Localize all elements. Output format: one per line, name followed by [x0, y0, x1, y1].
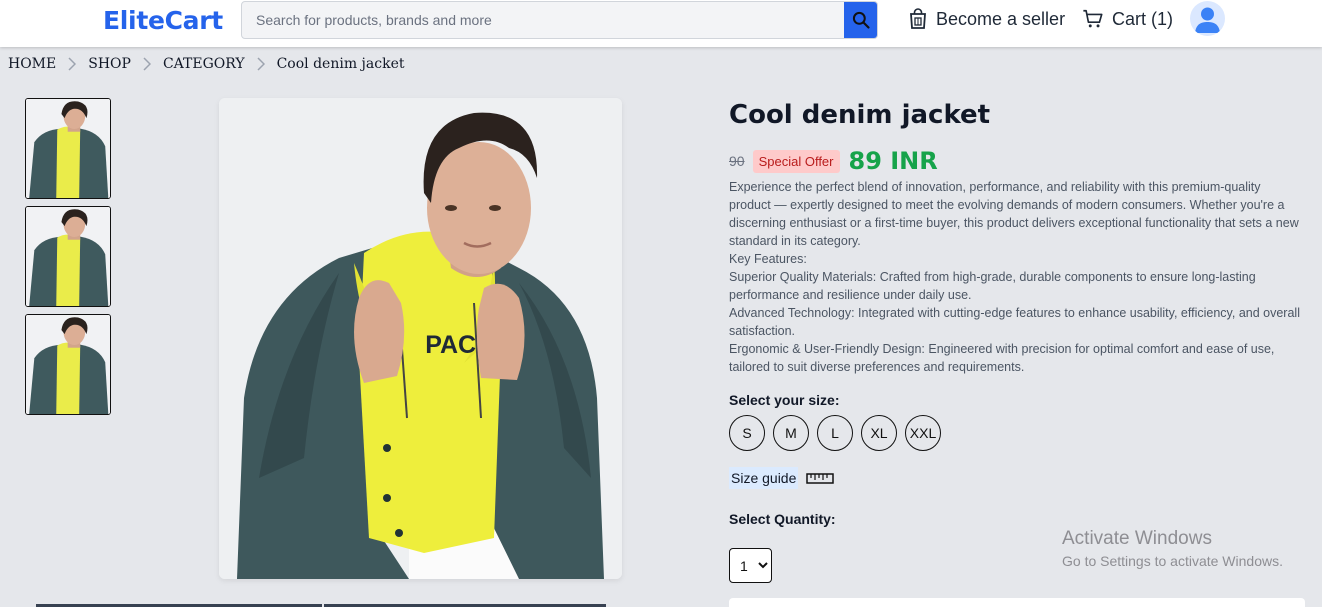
become-seller-link[interactable]: Become a seller	[908, 8, 1065, 30]
size-label: Select your size:	[729, 392, 840, 408]
breadcrumb-category[interactable]: CATEGORY	[163, 56, 245, 72]
user-avatar[interactable]	[1190, 1, 1225, 36]
cart-label: Cart (1)	[1112, 8, 1174, 29]
search-bar	[241, 1, 878, 39]
product-photo: PACE	[219, 98, 622, 579]
sale-price: 89 INR	[848, 147, 938, 175]
size-option-s[interactable]: S	[729, 415, 765, 451]
size-option-xl[interactable]: XL	[861, 415, 897, 451]
store-icon	[910, 8, 926, 29]
watermark-subtitle: Go to Settings to activate Windows.	[1062, 553, 1283, 569]
product-thumbnail-2[interactable]	[25, 206, 111, 307]
quantity-select[interactable]: 1	[729, 548, 772, 583]
product-thumbnail-3[interactable]	[25, 314, 111, 415]
breadcrumb: HOME SHOP CATEGORY Cool denim jacket	[8, 56, 404, 72]
key-features-heading: Key Features:	[729, 252, 807, 266]
breadcrumb-current: Cool denim jacket	[276, 56, 405, 72]
add-to-cart-button[interactable]	[729, 598, 1305, 607]
cart-icon	[1083, 9, 1103, 28]
cart-link[interactable]: Cart (1)	[1082, 8, 1173, 30]
original-price: 90	[729, 153, 745, 169]
feature-item: Ergonomic & User-Friendly Design: Engine…	[729, 342, 1275, 374]
logo[interactable]: EliteCart	[103, 6, 223, 35]
search-input[interactable]	[242, 2, 846, 38]
ruler-icon	[806, 473, 835, 484]
search-icon	[852, 11, 870, 29]
product-description: Experience the perfect blend of innovati…	[729, 178, 1301, 376]
user-icon	[1190, 1, 1225, 36]
top-header: EliteCart Become a seller Cart (1)	[0, 0, 1322, 47]
size-guide-link[interactable]: Size guide	[729, 467, 835, 489]
size-option-l[interactable]: L	[817, 415, 853, 451]
product-title: Cool denim jacket	[729, 100, 991, 130]
product-thumbnail-image	[26, 207, 110, 306]
chevron-right-icon	[257, 57, 265, 71]
description-intro: Experience the perfect blend of innovati…	[729, 180, 1299, 248]
special-offer-badge: Special Offer	[752, 149, 840, 173]
chevron-right-icon	[68, 57, 77, 71]
price-row: 90 Special Offer 89 INR	[729, 147, 938, 175]
size-option-xxl[interactable]: XXL	[905, 415, 941, 451]
chevron-right-icon	[143, 57, 151, 71]
product-main-image[interactable]: PACE	[219, 98, 622, 579]
product-thumbnail-image	[26, 99, 110, 198]
watermark-title: Activate Windows	[1062, 528, 1212, 549]
size-options: S M L XL XXL	[729, 415, 941, 451]
search-button[interactable]	[844, 2, 877, 38]
breadcrumb-shop[interactable]: SHOP	[88, 56, 131, 72]
product-thumbnail-1[interactable]	[25, 98, 111, 199]
become-seller-label: Become a seller	[936, 8, 1066, 29]
feature-item: Advanced Technology: Integrated with cut…	[729, 306, 1300, 338]
size-guide-label: Size guide	[729, 467, 799, 489]
quantity-label: Select Quantity:	[729, 511, 836, 527]
product-thumbnail-image	[26, 315, 110, 414]
size-option-m[interactable]: M	[773, 415, 809, 451]
feature-item: Superior Quality Materials: Crafted from…	[729, 270, 1256, 302]
activate-windows-watermark: Activate Windows Go to Settings to activ…	[1062, 528, 1283, 569]
breadcrumb-home[interactable]: HOME	[8, 56, 56, 72]
